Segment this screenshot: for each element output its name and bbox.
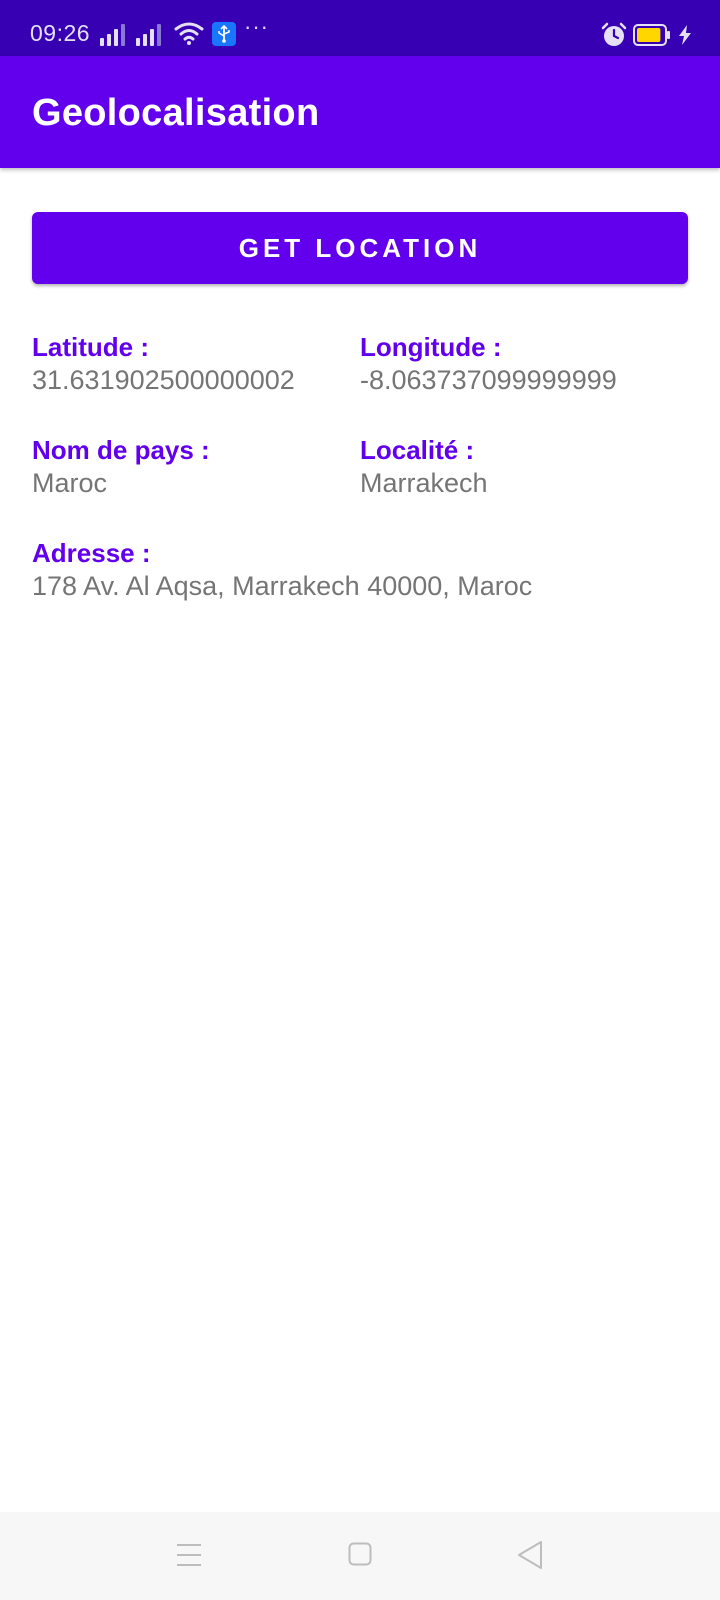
locality-label: Localité : xyxy=(360,435,475,465)
app-title: Geolocalisation xyxy=(32,92,320,134)
alarm-icon xyxy=(601,22,627,46)
status-bar: 09:26 ··· xyxy=(0,0,720,56)
latitude-value: 31.631902500000002 xyxy=(32,365,295,395)
get-location-button[interactable]: GET LOCATION xyxy=(32,212,688,284)
signal-icon xyxy=(100,22,130,46)
home-icon[interactable] xyxy=(348,1542,372,1566)
longitude-value: -8.063737099999999 xyxy=(360,365,617,395)
usb-icon xyxy=(212,22,236,46)
battery-icon xyxy=(633,24,670,46)
address-value: 178 Av. Al Aqsa, Marrakech 40000, Maroc xyxy=(32,571,533,601)
latitude-label: Latitude : xyxy=(32,332,149,362)
country-value: Maroc xyxy=(32,468,108,498)
country-label: Nom de pays : xyxy=(32,435,210,465)
address-label: Adresse : xyxy=(32,538,151,568)
wifi-icon xyxy=(174,22,204,45)
menu-icon[interactable] xyxy=(176,1542,202,1568)
screen: 09:26 ··· Geolocalisation GET LOCATION L… xyxy=(0,0,720,1600)
more-notifications-indicator: ··· xyxy=(244,14,269,39)
locality-value: Marrakech xyxy=(360,468,488,498)
longitude-label: Longitude : xyxy=(360,332,502,362)
charging-icon xyxy=(679,25,691,45)
battery-level-fill xyxy=(637,28,661,42)
navigation-bar xyxy=(0,1512,720,1600)
signal-icon xyxy=(136,22,166,46)
back-icon[interactable] xyxy=(516,1540,544,1570)
status-time: 09:26 xyxy=(30,20,91,46)
app-bar: Geolocalisation xyxy=(0,56,720,168)
